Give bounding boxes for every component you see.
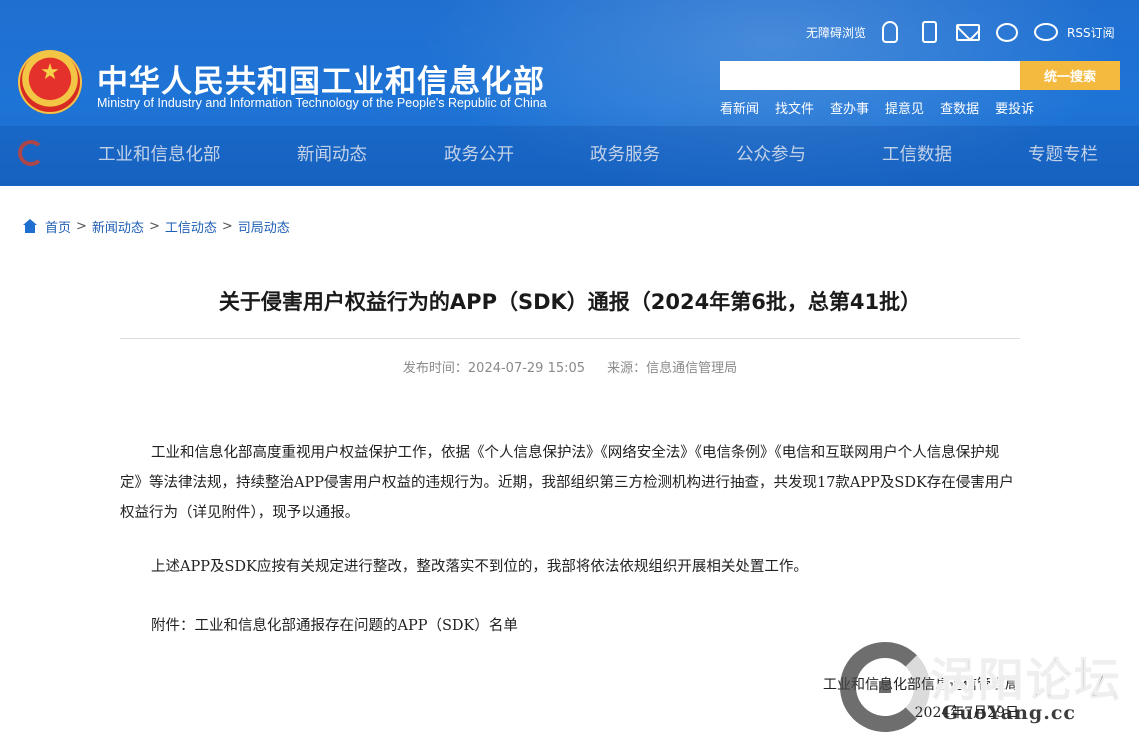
- article-paragraph: 上述APP及SDK应按有关规定进行整改，整改落实不到位的，我部将依法依规组织开展…: [151, 559, 808, 575]
- attachment-link[interactable]: 附件：工业和信息化部通报存在问题的APP（SDK）名单: [120, 611, 1020, 641]
- source-value: 信息通信管理局: [646, 361, 738, 376]
- wechat-icon[interactable]: [992, 18, 1022, 46]
- quick-link-complaint[interactable]: 要投诉: [995, 98, 1034, 117]
- publish-time-label: 发布时间：: [402, 361, 468, 376]
- publish-time: 2024-07-29 15:05: [467, 361, 586, 376]
- home-icon[interactable]: [22, 219, 38, 233]
- article-signature: 工业和信息化部信息通信管理局 2024年7月29日: [823, 671, 1019, 727]
- breadcrumb-separator: >: [76, 218, 87, 234]
- quick-link-files[interactable]: 找文件: [775, 98, 814, 117]
- breadcrumb-separator: >: [148, 218, 160, 234]
- main-nav: 工业和信息化部 新闻动态 政务公开 政务服务 公众参与 工信数据 专题专栏: [0, 127, 1139, 179]
- top-tools: 无障碍浏览 RSS订阅: [806, 18, 1115, 46]
- quick-link-news[interactable]: 看新闻: [720, 98, 759, 117]
- breadcrumb-miit-news[interactable]: 工信动态: [165, 217, 217, 236]
- nav-item-data[interactable]: 工信数据: [882, 141, 952, 166]
- nav-item-services[interactable]: 政务服务: [590, 141, 660, 166]
- quick-link-feedback[interactable]: 提意见: [885, 98, 924, 117]
- robot-icon[interactable]: [875, 18, 905, 46]
- quick-links: 看新闻 找文件 查办事 提意见 查数据 要投诉: [720, 98, 1050, 117]
- national-emblem-icon[interactable]: [18, 50, 82, 114]
- weibo-icon[interactable]: [1031, 18, 1061, 46]
- signature-org: 工业和信息化部信息通信管理局: [823, 677, 1019, 693]
- mail-icon[interactable]: [953, 18, 983, 46]
- breadcrumb-home[interactable]: 首页: [45, 217, 71, 236]
- nav-logo-icon[interactable]: [18, 140, 44, 166]
- nav-item-participation[interactable]: 公众参与: [736, 141, 806, 166]
- article-paragraph: 工业和信息化部高度重视用户权益保护工作，依据《个人信息保护法》《网络安全法》《电…: [120, 445, 1014, 521]
- nav-item-news[interactable]: 新闻动态: [297, 141, 367, 166]
- signature-date: 2024年7月29日: [914, 705, 1019, 721]
- article-meta: 发布时间：2024-07-29 15:05 来源：信息通信管理局: [120, 357, 1020, 376]
- article-title: 关于侵害用户权益行为的APP（SDK）通报（2024年第6批，总第41批）: [218, 290, 922, 314]
- quick-link-data[interactable]: 查数据: [940, 98, 979, 117]
- search-button[interactable]: 统一搜索: [1020, 61, 1120, 90]
- search-input[interactable]: [720, 61, 1020, 90]
- breadcrumb-separator: >: [221, 218, 233, 234]
- breadcrumb-department-news[interactable]: 司局动态: [238, 217, 290, 236]
- breadcrumb: 首页 > 新闻动态 > 工信动态 > 司局动态: [22, 216, 290, 236]
- quick-link-services[interactable]: 查办事: [830, 98, 869, 117]
- nav-item-miit[interactable]: 工业和信息化部: [98, 141, 221, 166]
- site-header: 中华人民共和国工业和信息化部 Ministry of Industry and …: [0, 0, 1139, 186]
- breadcrumb-news[interactable]: 新闻动态: [92, 217, 144, 236]
- site-title[interactable]: 中华人民共和国工业和信息化部: [97, 56, 545, 101]
- source-label: 来源：: [607, 361, 647, 376]
- nav-item-topics[interactable]: 专题专栏: [1028, 141, 1098, 166]
- nav-item-government-affairs[interactable]: 政务公开: [444, 141, 514, 166]
- rss-link[interactable]: RSS订阅: [1067, 24, 1115, 41]
- site-subtitle: Ministry of Industry and Information Tec…: [97, 96, 547, 110]
- accessibility-link[interactable]: 无障碍浏览: [806, 24, 866, 41]
- phone-icon[interactable]: [914, 18, 944, 46]
- title-divider: [120, 338, 1020, 339]
